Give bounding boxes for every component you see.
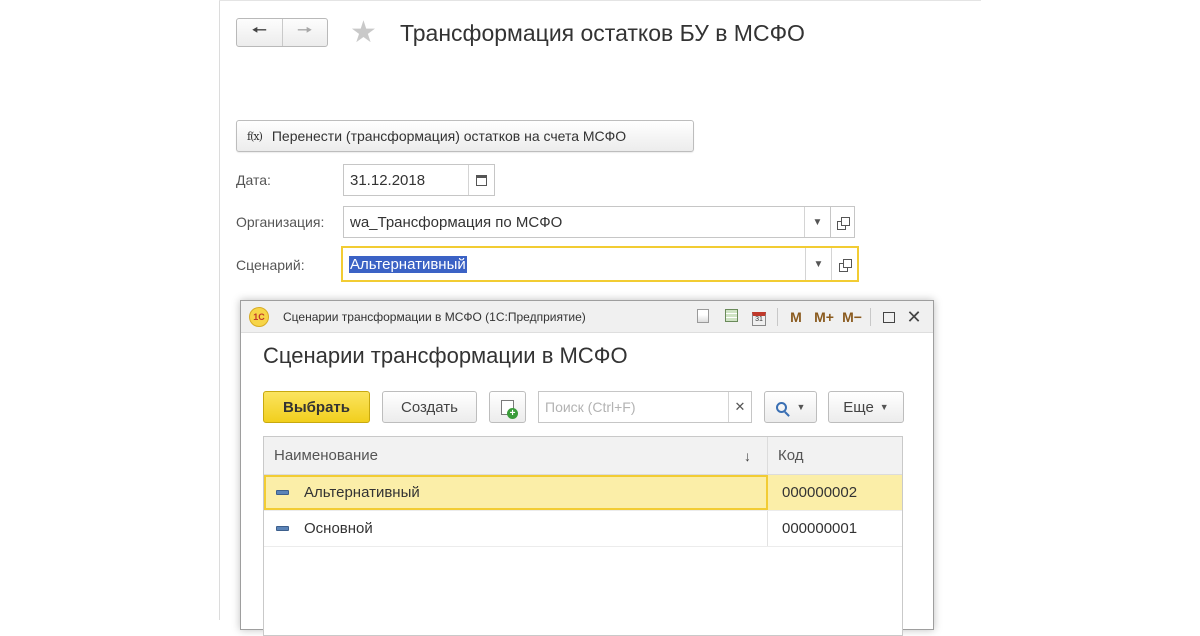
scenario-open-button[interactable] — [831, 248, 857, 280]
open-form-icon — [839, 258, 852, 272]
clear-search-button[interactable]: ✕ — [728, 392, 751, 422]
table-cell-name: Основной — [264, 511, 768, 546]
dialog-window-toolbar: 31 M M+ M− ✕ — [689, 301, 925, 333]
organization-field[interactable]: wa_Трансформация по МСФО ▼ — [343, 206, 831, 238]
table-cell-code: 000000001 — [782, 520, 858, 537]
maximize-icon[interactable] — [883, 311, 895, 323]
dialog-titlebar[interactable]: 1С Сценарии трансформации в МСФО (1С:Пре… — [241, 301, 933, 333]
arrow-left-icon: 🠔 — [251, 19, 268, 40]
table-cell-name: Альтернативный — [264, 475, 768, 510]
scenarios-dialog: 1С Сценарии трансформации в МСФО (1С:Пре… — [240, 300, 934, 636]
toolbar-divider — [870, 308, 871, 326]
memory-plus-icon[interactable]: M+ — [810, 309, 838, 325]
page-title: Трансформация остатков БУ в МСФО — [400, 20, 805, 46]
transfer-balances-label: Перенести (трансформация) остатков на сч… — [271, 128, 627, 144]
add-copy-button[interactable] — [489, 391, 526, 423]
catalog-item-icon — [276, 490, 289, 495]
scenario-label: Сценарий: — [236, 257, 305, 273]
catalog-item-icon — [276, 526, 289, 531]
chevron-down-icon: ▼ — [796, 402, 806, 412]
sort-down-icon: ↓ — [744, 447, 751, 464]
calculator-icon[interactable] — [717, 309, 745, 325]
star-icon[interactable]: ★ — [350, 17, 377, 49]
row-name-text: Альтернативный — [304, 484, 420, 501]
memory-m-icon[interactable]: M — [782, 309, 810, 325]
column-header-code-label: Код — [778, 447, 804, 464]
scenario-dropdown-button[interactable]: ▼ — [805, 248, 831, 280]
chevron-down-icon: ▼ — [879, 402, 889, 412]
print-icon[interactable] — [689, 308, 717, 326]
forward-button[interactable]: 🠖 — [281, 19, 328, 46]
column-header-name[interactable]: Наименование ↓ — [264, 437, 768, 474]
table-row[interactable]: Основной 000000001 — [264, 511, 902, 547]
top-frame-border — [219, 0, 981, 1]
scenario-value: Альтернативный — [349, 255, 467, 273]
scenarios-table: Наименование ↓ Код Альтернативный 000000… — [263, 436, 903, 636]
organization-label: Организация: — [236, 214, 325, 230]
open-form-icon — [837, 216, 850, 230]
calendar-icon[interactable]: 31 — [745, 309, 773, 326]
row-name-text: Основной — [304, 520, 373, 537]
calendar-icon — [476, 174, 487, 186]
table-header: Наименование ↓ Код — [264, 437, 902, 475]
table-row[interactable]: Альтернативный 000000002 — [264, 475, 902, 511]
create-button[interactable]: Создать — [382, 391, 477, 423]
select-button[interactable]: Выбрать — [263, 391, 370, 423]
chevron-down-icon: ▼ — [813, 258, 824, 270]
chevron-down-icon: ▼ — [812, 216, 823, 228]
organization-dropdown-button[interactable]: ▼ — [804, 207, 830, 237]
organization-value: wa_Трансформация по МСФО — [350, 213, 563, 231]
search-options-button[interactable]: ▼ — [764, 391, 817, 423]
search-field[interactable]: ✕ — [538, 391, 752, 423]
search-icon — [775, 401, 787, 413]
date-field[interactable]: 31.12.2018 — [343, 164, 495, 196]
scenario-value-wrapper: Альтернативный — [343, 255, 805, 273]
calendar-button[interactable] — [468, 165, 494, 195]
navigation-buttons: 🠔 🠖 — [236, 18, 328, 47]
toolbar-divider — [777, 308, 778, 326]
close-icon[interactable]: ✕ — [903, 307, 925, 328]
date-label: Дата: — [236, 172, 271, 188]
back-button[interactable]: 🠔 — [237, 19, 282, 46]
search-input[interactable] — [539, 392, 728, 422]
column-header-name-label: Наименование — [274, 447, 378, 464]
date-value: 31.12.2018 — [350, 171, 426, 189]
arrow-right-icon: 🠖 — [296, 19, 313, 40]
function-icon: f(x) — [247, 129, 263, 143]
more-button-label: Еще — [843, 398, 874, 416]
more-button[interactable]: Еще ▼ — [828, 391, 904, 423]
transfer-balances-button[interactable]: f(x) Перенести (трансформация) остатков … — [236, 120, 694, 152]
main-frame-border — [219, 0, 220, 620]
column-header-code[interactable]: Код — [768, 437, 902, 474]
add-document-icon — [501, 399, 518, 419]
memory-minus-icon[interactable]: M− — [838, 309, 866, 325]
dialog-heading: Сценарии трансформации в МСФО — [263, 343, 628, 368]
table-cell-code: 000000002 — [782, 484, 858, 501]
organization-open-button[interactable] — [831, 206, 855, 238]
scenario-field[interactable]: Альтернативный ▼ — [341, 246, 859, 282]
close-icon: ✕ — [734, 399, 746, 414]
1c-logo-icon: 1С — [249, 306, 269, 327]
dialog-window-title: Сценарии трансформации в МСФО (1С:Предпр… — [283, 309, 586, 324]
